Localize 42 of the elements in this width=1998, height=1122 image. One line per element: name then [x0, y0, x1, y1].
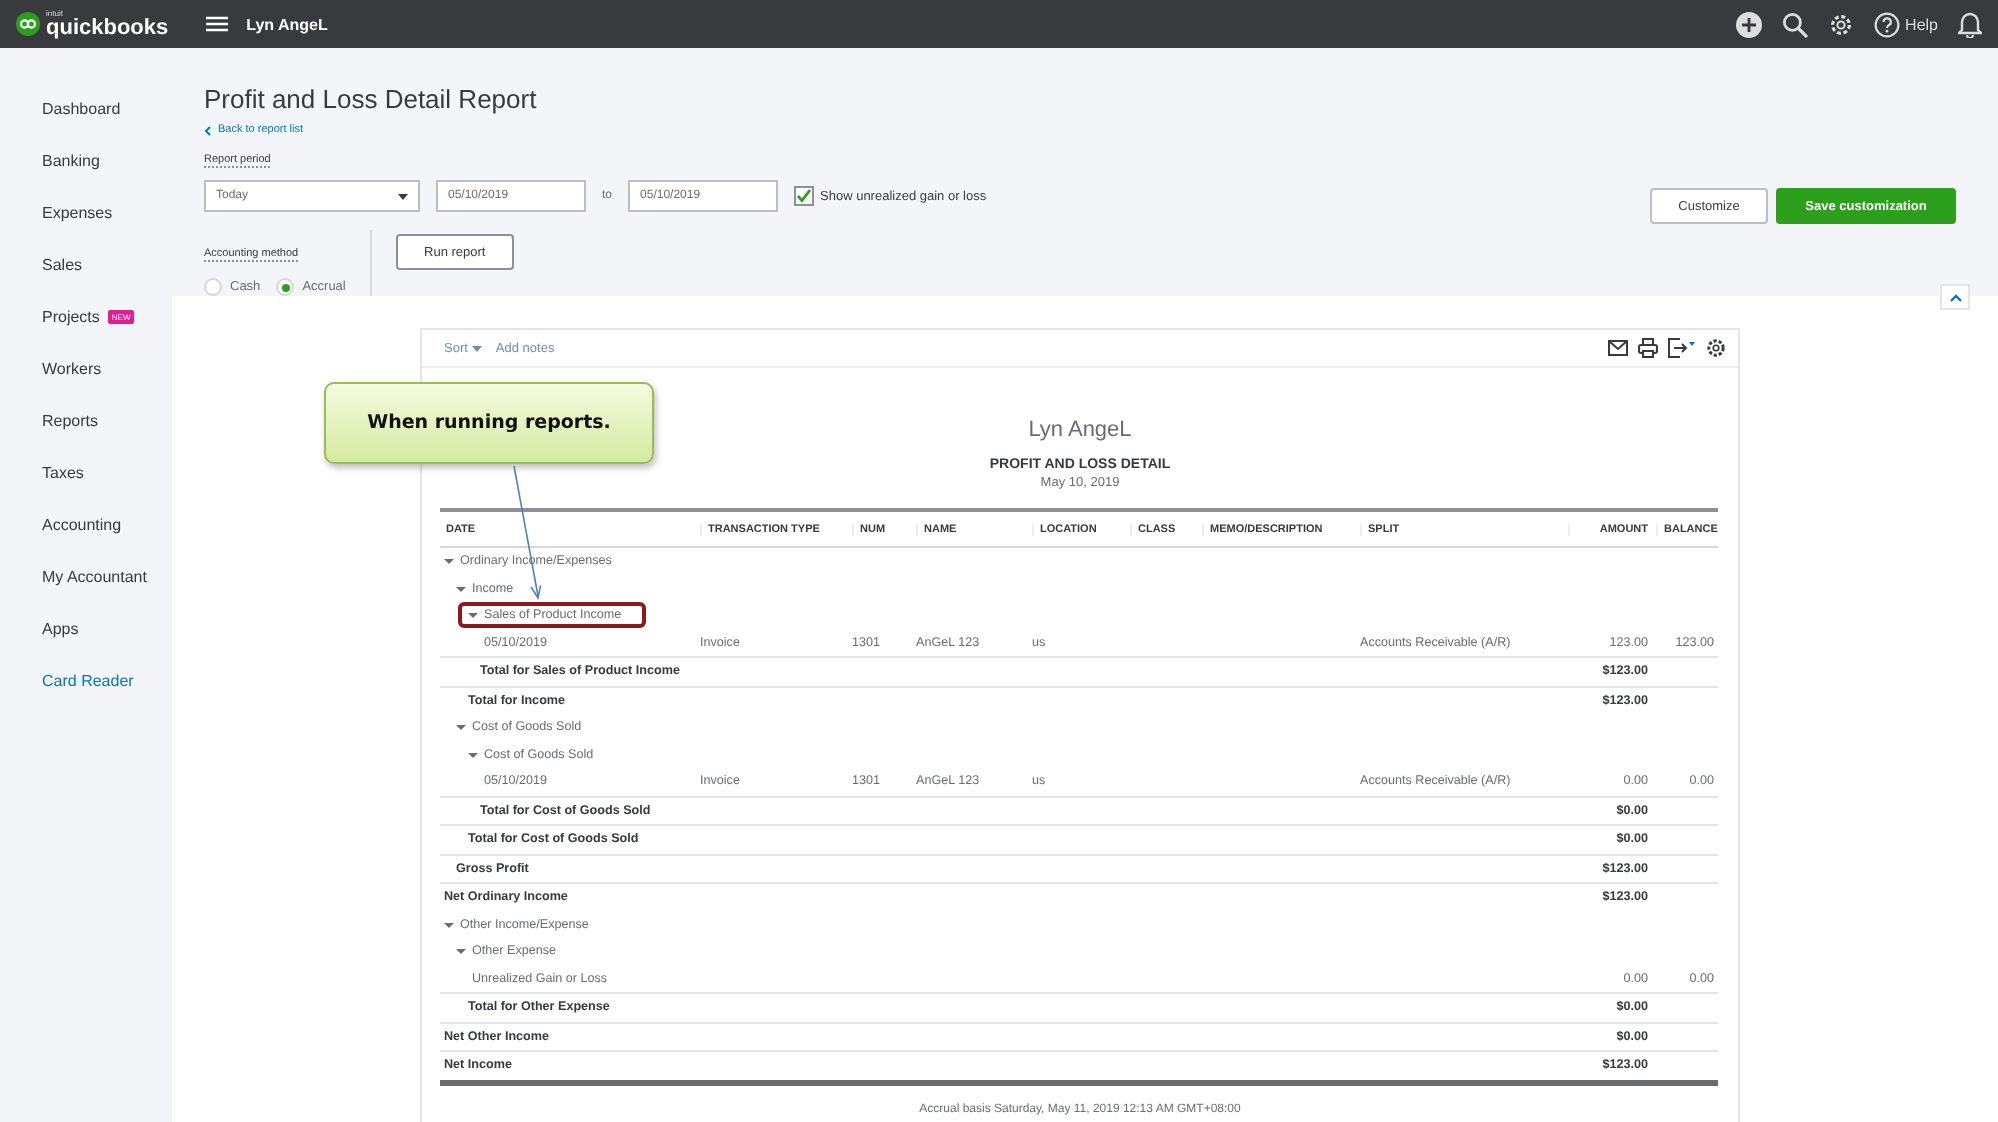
email-icon[interactable] — [1608, 340, 1628, 356]
caret-icon[interactable] — [456, 722, 466, 733]
scroll-up-button[interactable] — [1940, 284, 1970, 310]
help-icon[interactable] — [1873, 11, 1900, 37]
page-title: Profit and Loss Detail Report — [204, 84, 539, 114]
radio-button[interactable] — [204, 278, 222, 296]
sidebar-item[interactable]: Expenses — [0, 186, 172, 238]
help-link[interactable]: Help — [1905, 15, 1938, 33]
caret-icon[interactable] — [468, 610, 478, 621]
bell-icon[interactable] — [1958, 10, 1982, 38]
menu-icon[interactable] — [206, 16, 229, 32]
caret-icon[interactable] — [468, 749, 478, 760]
sidebar-item[interactable]: Apps — [0, 602, 172, 654]
company-name: Lyn AngeL — [1028, 418, 1132, 442]
print-icon[interactable] — [1638, 338, 1658, 358]
checkbox[interactable] — [794, 186, 815, 206]
plus-icon[interactable] — [1735, 11, 1762, 37]
sidebar-item[interactable]: Taxes — [0, 446, 172, 498]
caret-icon[interactable] — [456, 946, 466, 957]
company-name: Lyn AngeL — [246, 15, 328, 33]
caret-icon[interactable] — [456, 583, 466, 594]
callout-bubble: When running reports. — [324, 382, 654, 464]
chevron-left-icon — [204, 125, 212, 135]
sidebar-item[interactable]: Dashboard — [0, 82, 172, 134]
settings-icon[interactable] — [1706, 338, 1726, 358]
caret-icon[interactable] — [444, 556, 454, 567]
search-icon[interactable] — [1781, 11, 1808, 37]
sidebar-item[interactable]: Sales — [0, 238, 172, 290]
sidebar-item[interactable]: Reports — [0, 394, 172, 446]
brand-name: quickbooks — [46, 17, 169, 39]
sidebar-item[interactable]: Workers — [0, 342, 172, 394]
chevron-up-icon — [1949, 293, 1961, 301]
sidebar-item[interactable]: Accounting — [0, 498, 172, 550]
sidebar-item[interactable]: My Accountant — [0, 550, 172, 602]
caret-icon[interactable] — [444, 919, 454, 930]
export-icon[interactable] — [1668, 338, 1696, 358]
caret-icon — [398, 193, 408, 199]
radio-button[interactable] — [276, 278, 295, 296]
sidebar-link[interactable]: Card Reader — [0, 654, 172, 706]
logo-icon — [16, 12, 40, 36]
sidebar-item[interactable]: Banking — [0, 134, 172, 186]
caret-icon — [471, 345, 482, 351]
